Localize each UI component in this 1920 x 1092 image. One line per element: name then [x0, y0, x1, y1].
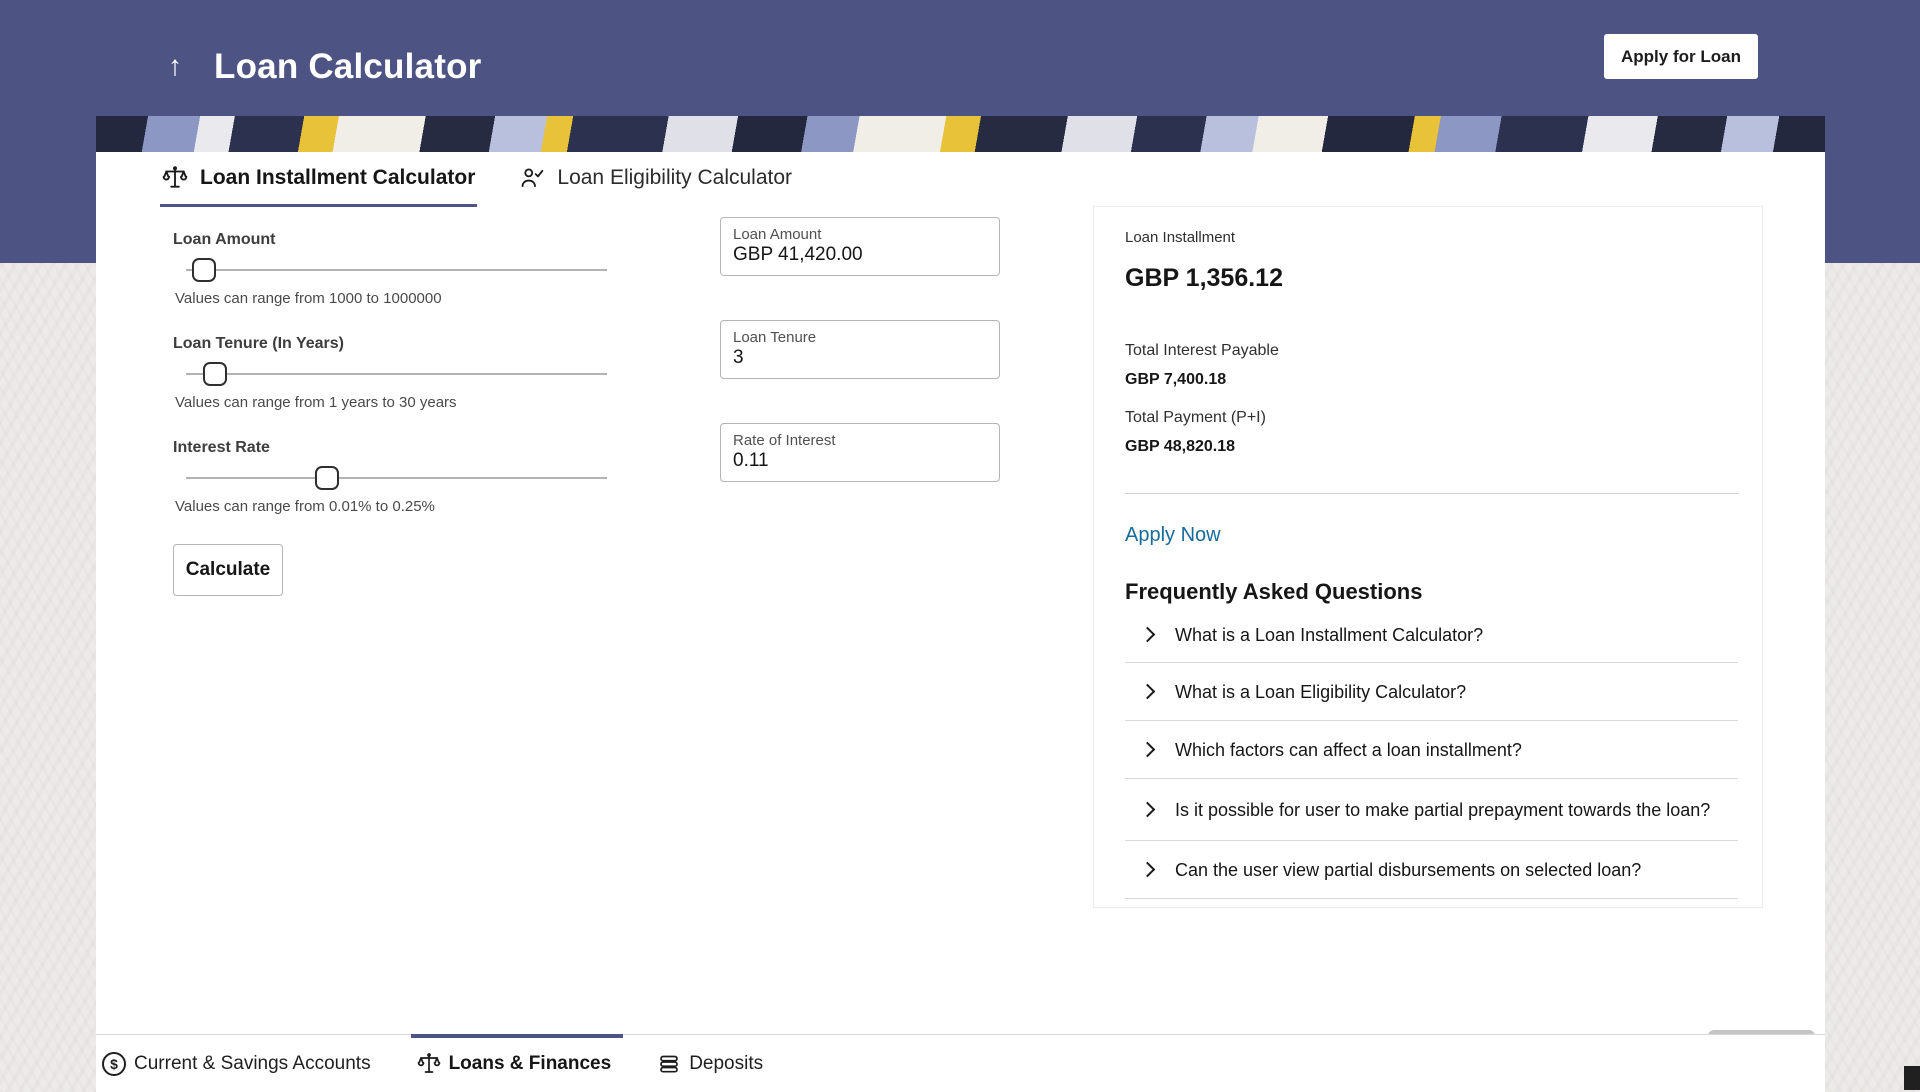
dollar-circle-icon: $: [102, 1052, 126, 1076]
nav-item-label: Loans & Finances: [449, 1053, 612, 1075]
loan-calculator-card: Loan Installment Calculator Loan Eligibi…: [96, 116, 1825, 1092]
divider: [1125, 493, 1738, 494]
slider-track: [186, 373, 607, 375]
interest-rate-slider-handle[interactable]: [315, 466, 339, 490]
faq-question: What is a Loan Installment Calculator?: [1175, 623, 1483, 647]
interest-rate-slider-label: Interest Rate: [173, 438, 618, 458]
rate-of-interest-field-label: Rate of Interest: [733, 432, 987, 449]
chevron-right-icon: [1140, 862, 1156, 878]
coins-stack-icon: [657, 1052, 681, 1076]
scale-icon: [417, 1052, 441, 1076]
apply-now-link[interactable]: Apply Now: [1125, 523, 1221, 547]
loan-amount-slider[interactable]: [186, 258, 607, 282]
loan-amount-field-label: Loan Amount: [733, 226, 987, 243]
nav-item-loans-finances[interactable]: Loans & Finances: [417, 1035, 612, 1092]
scale-icon: [162, 165, 188, 191]
loan-amount-slider-label: Loan Amount: [173, 230, 618, 250]
loan-tenure-slider-handle[interactable]: [203, 362, 227, 386]
loan-tenure-field[interactable]: Loan Tenure: [720, 320, 1000, 379]
loan-tenure-slider-label: Loan Tenure (In Years): [173, 334, 618, 354]
rate-of-interest-input[interactable]: [733, 449, 987, 473]
faq-question: What is a Loan Eligibility Calculator?: [1175, 680, 1466, 704]
faq-item[interactable]: Can the user view partial disbursements …: [1125, 841, 1738, 899]
faq-list: What is a Loan Installment Calculator? W…: [1125, 607, 1738, 899]
slider-track: [186, 477, 607, 479]
chevron-right-icon: [1140, 627, 1156, 643]
person-check-icon: [519, 165, 545, 191]
chevron-right-icon: [1140, 742, 1156, 758]
nav-item-deposits[interactable]: Deposits: [657, 1035, 763, 1092]
loan-amount-slider-handle[interactable]: [192, 258, 216, 282]
nav-item-label: Current & Savings Accounts: [134, 1053, 371, 1075]
decorative-banner: [96, 116, 1825, 152]
field-column: Loan Amount Loan Tenure Rate of Interest: [720, 217, 1000, 526]
loan-tenure-field-label: Loan Tenure: [733, 329, 987, 346]
loan-tenure-input[interactable]: [733, 346, 987, 370]
loan-installment-value: GBP 1,356.12: [1125, 263, 1738, 293]
total-interest-payable-value: GBP 7,400.18: [1125, 370, 1738, 390]
page-title: Loan Calculator: [214, 47, 481, 87]
faq-item[interactable]: Which factors can affect a loan installm…: [1125, 721, 1738, 779]
total-payment-value: GBP 48,820.18: [1125, 437, 1738, 457]
loan-installment-label: Loan Installment: [1125, 229, 1738, 247]
faq-item[interactable]: What is a Loan Eligibility Calculator?: [1125, 663, 1738, 721]
chevron-right-icon: [1140, 802, 1156, 818]
faq-question: Can the user view partial disbursements …: [1175, 858, 1641, 882]
tab-label: Loan Installment Calculator: [200, 166, 475, 190]
slider-track: [186, 269, 607, 271]
chevron-right-icon: [1140, 684, 1156, 700]
loan-amount-input[interactable]: [733, 243, 987, 267]
slider-column: Loan Amount Values can range from 1000 t…: [173, 224, 618, 596]
calculator-tabs: Loan Installment Calculator Loan Eligibi…: [160, 152, 794, 207]
calculate-button[interactable]: Calculate: [173, 544, 283, 596]
product-bottom-nav: $ Current & Savings Accounts Loans & Fin…: [96, 1034, 1825, 1092]
total-payment-label: Total Payment (P+I): [1125, 409, 1738, 427]
faq-question: Is it possible for user to make partial …: [1175, 798, 1710, 822]
total-interest-payable-label: Total Interest Payable: [1125, 342, 1738, 360]
interest-rate-slider-hint: Values can range from 0.01% to 0.25%: [175, 498, 618, 516]
loan-amount-field[interactable]: Loan Amount: [720, 217, 1000, 276]
tab-loan-eligibility-calculator[interactable]: Loan Eligibility Calculator: [517, 152, 794, 207]
loan-tenure-slider[interactable]: [186, 362, 607, 386]
apply-for-loan-button[interactable]: Apply for Loan: [1604, 34, 1758, 79]
results-panel: Loan Installment GBP 1,356.12 Total Inte…: [1093, 206, 1763, 908]
rate-of-interest-field[interactable]: Rate of Interest: [720, 423, 1000, 482]
vertical-scrollbar-thumb[interactable]: [1904, 1066, 1920, 1090]
nav-item-label: Deposits: [689, 1053, 763, 1075]
faq-title: Frequently Asked Questions: [1125, 579, 1738, 605]
faq-item[interactable]: Is it possible for user to make partial …: [1125, 779, 1738, 841]
faq-question: Which factors can affect a loan installm…: [1175, 738, 1522, 762]
loan-amount-slider-hint: Values can range from 1000 to 1000000: [175, 290, 618, 308]
nav-item-current-savings-accounts[interactable]: $ Current & Savings Accounts: [102, 1035, 371, 1092]
tab-loan-installment-calculator[interactable]: Loan Installment Calculator: [160, 152, 477, 207]
faq-item[interactable]: What is a Loan Installment Calculator?: [1125, 607, 1738, 663]
interest-rate-slider[interactable]: [186, 466, 607, 490]
back-icon[interactable]: ↑: [168, 50, 182, 82]
tab-label: Loan Eligibility Calculator: [557, 166, 792, 190]
loan-tenure-slider-hint: Values can range from 1 years to 30 year…: [175, 394, 618, 412]
